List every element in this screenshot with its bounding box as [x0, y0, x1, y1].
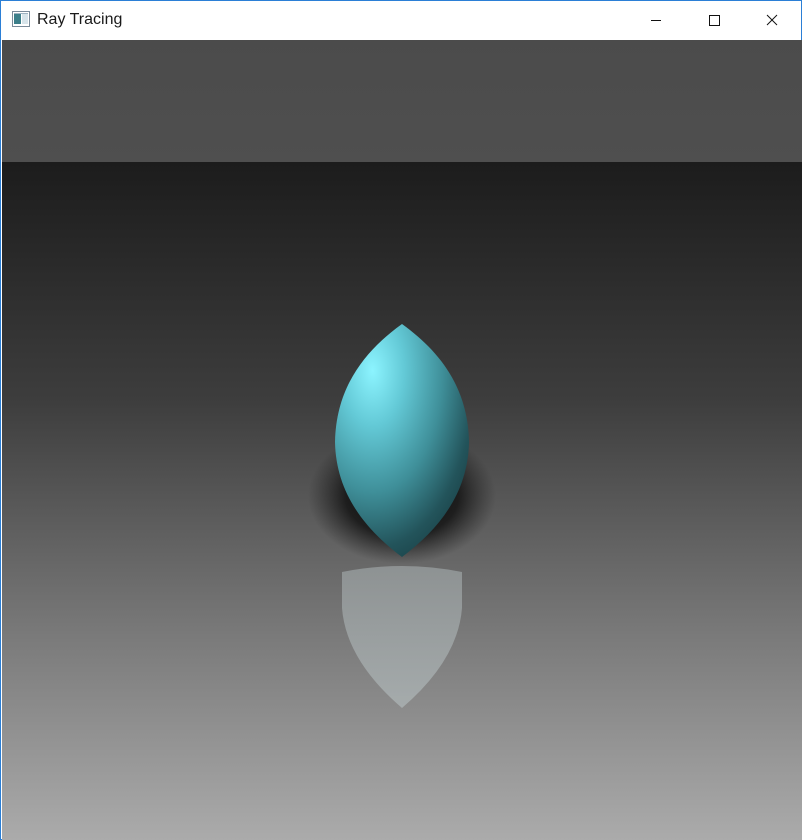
maximize-icon — [708, 14, 720, 26]
render-viewport[interactable] — [2, 40, 802, 840]
close-icon — [766, 14, 778, 26]
window-title: Ray Tracing — [37, 11, 123, 28]
close-button[interactable] — [743, 1, 801, 39]
minimize-icon — [650, 14, 662, 26]
app-window: Ray Tracing — [0, 0, 802, 840]
rendered-scene — [2, 40, 802, 840]
background-wall — [2, 40, 802, 162]
maximize-button[interactable] — [685, 1, 743, 39]
title-bar[interactable]: Ray Tracing — [1, 1, 801, 39]
app-window-icon — [12, 11, 30, 27]
minimize-button[interactable] — [627, 1, 685, 39]
